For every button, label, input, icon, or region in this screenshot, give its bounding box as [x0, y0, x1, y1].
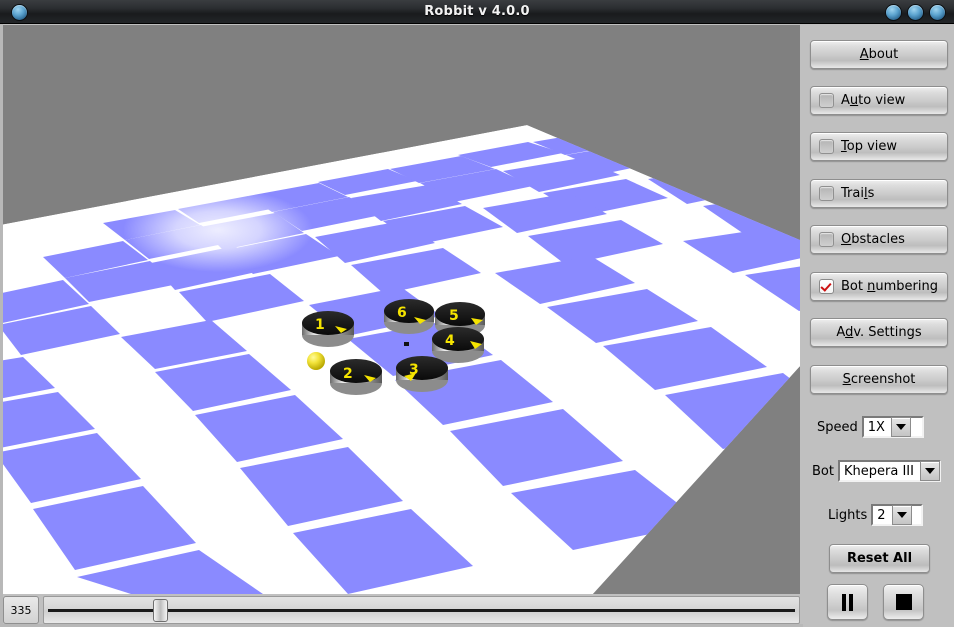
svg-text:6: 6 [397, 305, 407, 321]
pause-icon [842, 593, 853, 611]
reset-all-label: Reset All [846, 551, 913, 566]
lights-combo-row: Lights 2 [828, 504, 924, 526]
adv-settings-button[interactable]: Adv. Settings [810, 318, 948, 347]
speed-select[interactable]: 1X [861, 416, 924, 438]
lights-select[interactable]: 2 [871, 504, 924, 526]
chevron-down-icon[interactable] [919, 461, 940, 481]
bot-1: 1 [302, 311, 354, 347]
stop-button[interactable] [883, 584, 924, 620]
svg-text:1: 1 [315, 317, 325, 333]
speed-label: Speed [817, 419, 858, 435]
floor-scene: 6 5 1 4 3 2 [3, 25, 800, 594]
lights-label: Lights [828, 507, 868, 523]
slider-thumb[interactable] [153, 599, 168, 622]
svg-text:3: 3 [409, 362, 419, 378]
screenshot-label: Screenshot [842, 372, 916, 387]
toggle-top-view-label: Top view [841, 139, 898, 154]
bot-numbering-checkbox-icon[interactable] [819, 279, 834, 294]
step-value-box: 335 [3, 596, 39, 624]
simulation-viewport[interactable]: 6 5 1 4 3 2 [3, 25, 800, 594]
timeline-bar: 335 [3, 596, 800, 624]
bot-3: 3 [396, 356, 448, 392]
toggle-trails[interactable]: Trails [810, 179, 948, 208]
app-window: Robbit v 4.0.0 6 5 1 4 3 2 About Auto vi… [0, 0, 954, 627]
svg-text:4: 4 [445, 333, 455, 349]
menu-orb-icon[interactable] [12, 5, 27, 20]
toggle-bot-numbering[interactable]: Bot numbering [810, 272, 948, 301]
bot-value: Khepera III [843, 463, 914, 479]
bot-label: Bot [812, 463, 834, 479]
chevron-down-icon[interactable] [890, 417, 911, 437]
toggle-auto-view-label: Auto view [841, 93, 906, 108]
speed-combo-row: Speed 1X [817, 416, 924, 438]
svg-text:5: 5 [449, 308, 459, 324]
light-glow [123, 188, 313, 272]
adv-settings-label: Adv. Settings [836, 325, 922, 340]
timeline-slider[interactable] [43, 596, 800, 624]
bot-4: 4 [432, 327, 484, 363]
floor-svg: 6 5 1 4 3 2 [3, 25, 800, 594]
top-view-checkbox-icon[interactable] [819, 139, 834, 154]
svg-text:2: 2 [343, 366, 353, 382]
close-orb-icon[interactable] [930, 5, 945, 20]
maximize-orb-icon[interactable] [908, 5, 923, 20]
toggle-obstacles-label: Obstacles [841, 232, 905, 247]
chevron-down-icon[interactable] [891, 505, 912, 525]
screenshot-button[interactable]: Screenshot [810, 365, 948, 394]
bot-2: 2 [330, 359, 382, 395]
title-bar: Robbit v 4.0.0 [0, 0, 954, 24]
stop-icon [895, 594, 912, 610]
light-ball-icon [307, 352, 325, 370]
trails-checkbox-icon[interactable] [819, 186, 834, 201]
pause-button[interactable] [827, 584, 868, 620]
marker-dot [404, 342, 409, 346]
toggle-trails-label: Trails [841, 186, 875, 201]
lights-value: 2 [877, 507, 886, 523]
about-button-label: About [859, 47, 899, 62]
bot-6: 6 [384, 299, 434, 334]
speed-value: 1X [867, 419, 885, 435]
obstacles-checkbox-icon[interactable] [819, 232, 834, 247]
toggle-auto-view[interactable]: Auto view [810, 86, 948, 115]
toggle-obstacles[interactable]: Obstacles [810, 225, 948, 254]
bot-combo-row: Bot Khepera III [812, 460, 941, 482]
control-sidebar: About Auto view Top view Trails Obstacle… [803, 25, 954, 627]
toggle-top-view[interactable]: Top view [810, 132, 948, 161]
minimize-orb-icon[interactable] [886, 5, 901, 20]
bot-select[interactable]: Khepera III [837, 460, 941, 482]
toggle-bot-numbering-label: Bot numbering [841, 279, 938, 294]
reset-all-button[interactable]: Reset All [829, 544, 930, 573]
about-button[interactable]: About [810, 40, 948, 69]
auto-view-checkbox-icon[interactable] [819, 93, 834, 108]
window-title: Robbit v 4.0.0 [424, 4, 530, 19]
